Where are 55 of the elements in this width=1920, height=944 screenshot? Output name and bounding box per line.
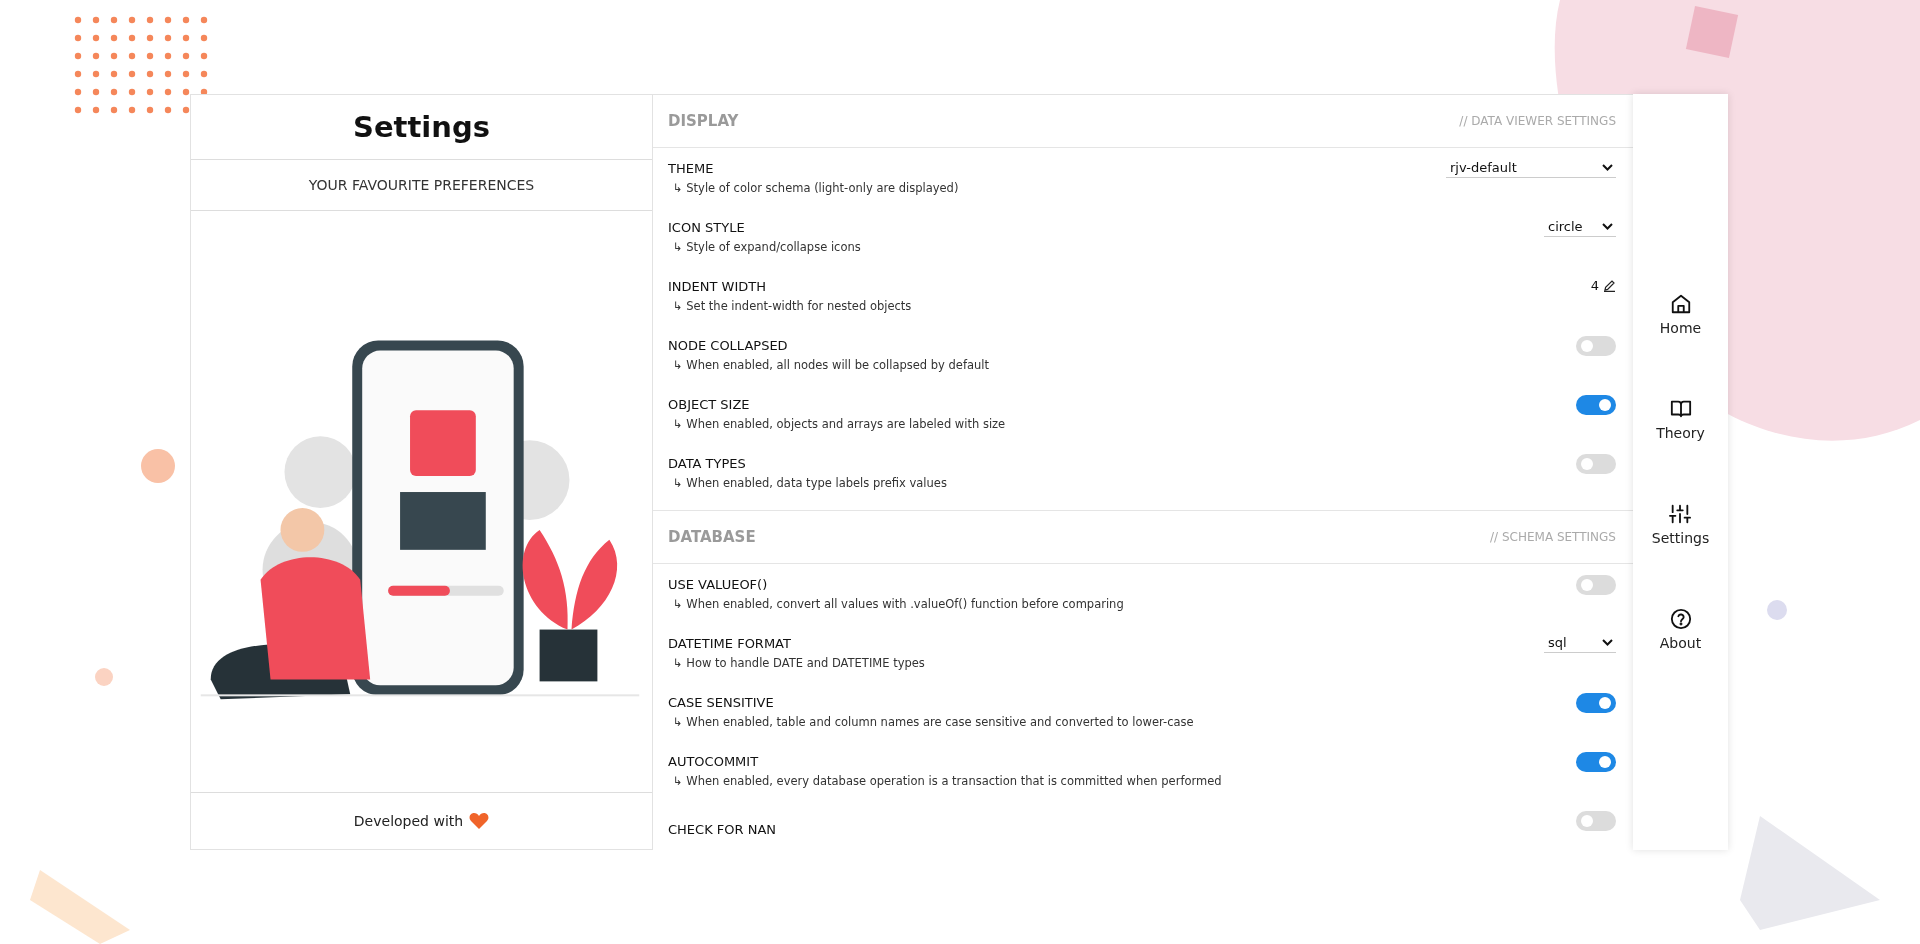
- toggle-switch[interactable]: [1576, 810, 1616, 831]
- section-title: DISPLAY: [668, 112, 739, 130]
- book-icon: [1669, 398, 1692, 420]
- setting-label: DATA TYPES: [668, 455, 747, 471]
- setting-description: ↳ Style of color schema (light-only are displayed): [672, 180, 959, 195]
- footer-text: Developed with: [353, 813, 464, 829]
- number-value[interactable]: 4: [1590, 277, 1599, 293]
- toggle-switch[interactable]: [1576, 692, 1616, 713]
- help-icon: [1669, 608, 1692, 630]
- toggle-switch[interactable]: [1576, 574, 1616, 595]
- chevron-icon: [1602, 638, 1613, 646]
- setting-label: ICON STYLE: [668, 219, 746, 235]
- setting-description: ↳ When enabled, objects and arrays are labeled with size: [672, 416, 1006, 431]
- setting-label: CASE SENSITIVE: [668, 694, 775, 710]
- chevron-icon: [1602, 163, 1613, 171]
- section-title: DATABASE: [668, 528, 756, 546]
- toggle-switch[interactable]: [1576, 335, 1616, 356]
- setting-label: DATETIME FORMAT: [668, 635, 792, 651]
- setting-description: ↳ When enabled, data type labels prefix values: [672, 475, 947, 490]
- setting-description: ↳ When enabled, table and column names are case sensitive and converted to lower-case: [672, 714, 1194, 729]
- setting-description: ↳ Set the indent-width for nested objects: [672, 298, 912, 313]
- nav-item[interactable]: About: [1659, 608, 1702, 651]
- nav-item[interactable]: Settings: [1651, 503, 1710, 546]
- chevron-icon: [1602, 222, 1613, 230]
- toggle-switch[interactable]: [1576, 751, 1616, 772]
- sliders-icon: [1669, 503, 1692, 525]
- decorative-circle: [1767, 600, 1787, 620]
- nav-item[interactable]: Home: [1659, 293, 1702, 336]
- setting-label: CHECK FOR NAN: [668, 822, 777, 837]
- heart-icon: [469, 812, 490, 830]
- page-subtitle: YOUR FAVOURITE PREFERENCES: [191, 160, 652, 211]
- setting-description: ↳ When enabled, convert all values with .valueOf() function before comparing: [672, 596, 1124, 611]
- setting-label: OBJECT SIZE: [668, 396, 751, 412]
- decorative-circle: [95, 668, 113, 686]
- setting-description: ↳ When enabled, all nodes will be collapsed by default: [672, 357, 990, 372]
- setting-label: USE VALUEOF(): [668, 576, 769, 592]
- pencil-icon[interactable]: [1603, 278, 1616, 292]
- decorative-circle: [141, 449, 175, 483]
- nav-item[interactable]: Theory: [1656, 398, 1705, 441]
- setting-label: AUTOCOMMIT: [668, 753, 760, 769]
- dropdown[interactable]: circle: [1544, 218, 1616, 237]
- home-icon: [1669, 293, 1692, 315]
- section-note: // SCHEMA SETTINGS: [1490, 530, 1616, 544]
- setting-label: THEME: [668, 160, 715, 176]
- toggle-switch[interactable]: [1576, 394, 1616, 415]
- setting-description: ↳ When enabled, every database operation is a transaction that is committed when performed: [672, 773, 1222, 788]
- dropdown[interactable]: sql: [1544, 634, 1616, 653]
- setting-description: ↳ Style of expand/collapse icons: [672, 239, 861, 254]
- section-note: // DATA VIEWER SETTINGS: [1459, 114, 1616, 128]
- setting-label: INDENT WIDTH: [668, 278, 767, 294]
- toggle-switch[interactable]: [1576, 453, 1616, 474]
- setting-description: ↳ How to handle DATE and DATETIME types: [672, 655, 925, 670]
- setting-label: NODE COLLAPSED: [668, 337, 789, 353]
- page-title: Settings: [191, 95, 652, 160]
- dropdown[interactable]: rjv-default: [1446, 159, 1616, 178]
